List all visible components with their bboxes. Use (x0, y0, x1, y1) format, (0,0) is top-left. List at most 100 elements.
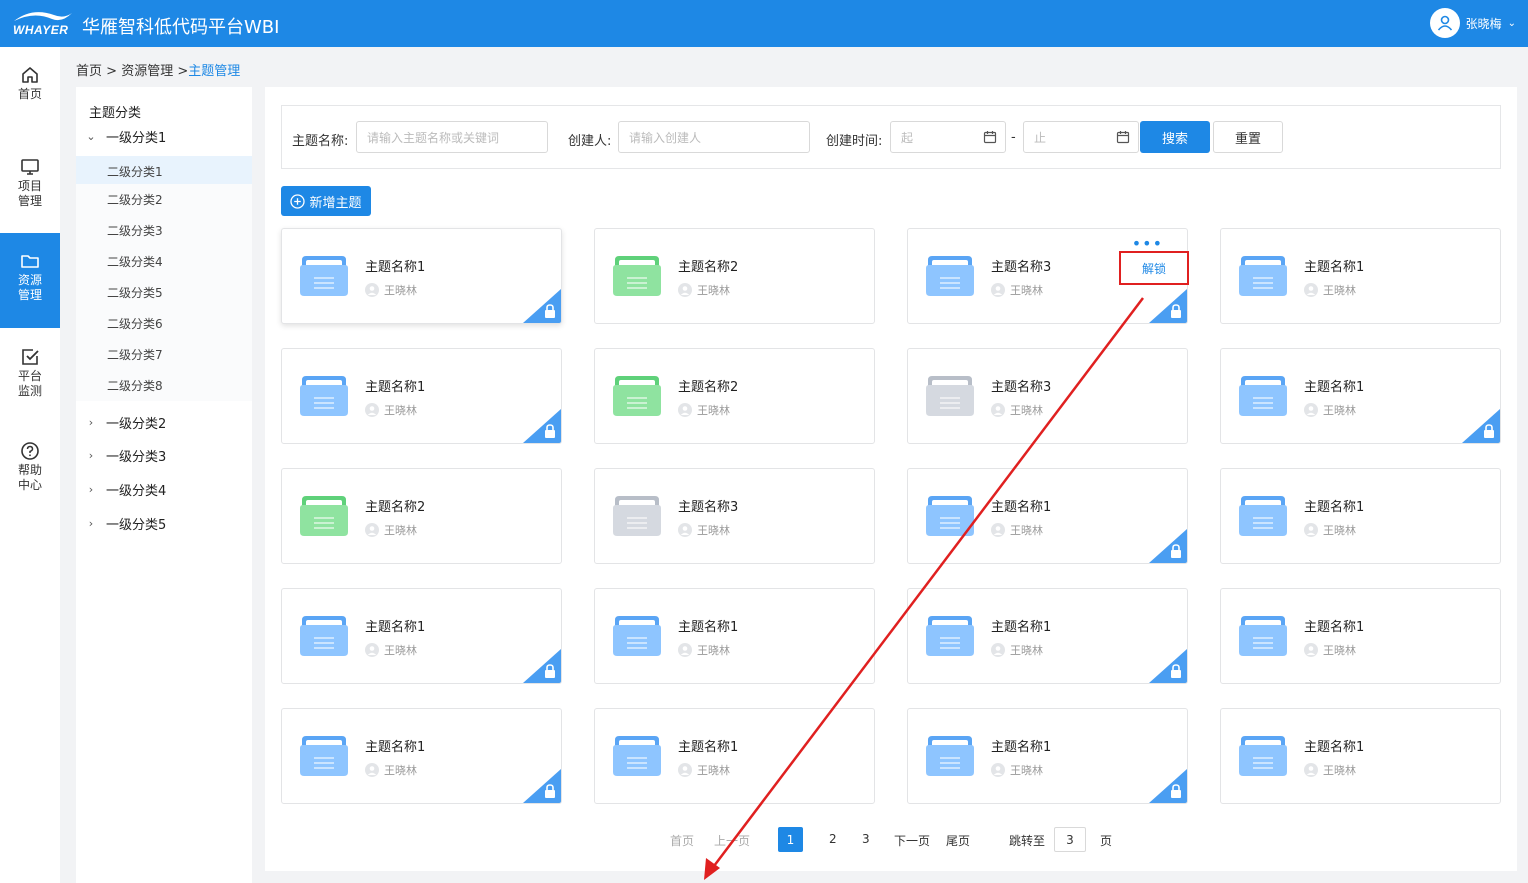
theme-card[interactable]: 主题名称1 王晓林 (281, 348, 562, 444)
theme-creator: 王晓林 (991, 642, 1043, 658)
theme-folder-icon (1239, 496, 1287, 536)
pagination-page[interactable]: 2 (829, 832, 837, 846)
plus-circle-icon (290, 193, 306, 209)
theme-card[interactable]: 主题名称1 王晓林 (1220, 708, 1501, 804)
unlock-menu-item[interactable]: 解锁 (1119, 251, 1189, 285)
theme-card[interactable]: 主题名称1 王晓林 (281, 228, 562, 324)
subcategory-item[interactable]: 二级分类1 (76, 156, 252, 187)
pagination-jump-input[interactable]: 3 (1054, 827, 1086, 852)
theme-card[interactable]: 主题名称1 王晓林 (907, 468, 1188, 564)
theme-card[interactable]: 主题名称3 王晓林 (594, 468, 875, 564)
theme-card[interactable]: 主题名称1 王晓林 (594, 708, 875, 804)
theme-card[interactable]: 主题名称1 王晓林 (1220, 588, 1501, 684)
theme-name: 主题名称1 (991, 500, 1052, 515)
category-group-5[interactable]: › 一级分类5 (76, 511, 252, 535)
theme-folder-icon (1239, 256, 1287, 296)
theme-card[interactable]: 主题名称3 王晓林 (907, 348, 1188, 444)
theme-creator: 王晓林 (1304, 282, 1356, 298)
lock-icon[interactable] (1149, 529, 1187, 563)
pagination-next[interactable]: 下一页 (894, 832, 930, 849)
nav-resources[interactable]: 资源 管理 (0, 233, 60, 328)
creator-label: 创建人: (568, 134, 612, 149)
pagination-page-current[interactable]: 1 (778, 827, 803, 852)
subcategory-item[interactable]: 二级分类5 (76, 277, 252, 308)
theme-card[interactable]: 主题名称1 王晓林 (281, 588, 562, 684)
lock-icon[interactable] (1149, 289, 1187, 323)
theme-creator: 王晓林 (678, 282, 730, 298)
theme-creator: 王晓林 (1304, 522, 1356, 538)
pagination-last[interactable]: 尾页 (946, 832, 970, 849)
reset-button[interactable]: 重置 (1213, 121, 1283, 153)
nav-projects[interactable]: 项目 管理 (0, 157, 60, 217)
user-icon (1304, 763, 1318, 777)
user-icon (1304, 403, 1318, 417)
theme-creator: 王晓林 (991, 522, 1043, 538)
user-menu[interactable]: 张晓梅 ⌄ (1429, 7, 1516, 39)
nav-monitoring[interactable]: 平台 监测 (0, 347, 60, 407)
theme-creator: 王晓林 (1304, 642, 1356, 658)
whayer-logo: WHAYER (12, 9, 74, 37)
more-menu-icon[interactable]: ••• (1132, 236, 1163, 252)
start-date-input[interactable]: 起 (890, 121, 1006, 153)
theme-card[interactable]: 主题名称1 王晓林 (1220, 468, 1501, 564)
theme-card[interactable]: 主题名称1 王晓林 (1220, 348, 1501, 444)
theme-creator: 王晓林 (678, 522, 730, 538)
subcategory-item[interactable]: 二级分类2 (76, 184, 252, 215)
nav-home[interactable]: 首页 (0, 65, 60, 115)
left-nav: 首页 项目 管理 资源 管理 平台 监测 帮助 中心 (0, 47, 60, 883)
lock-icon[interactable] (1462, 409, 1500, 443)
lock-icon[interactable] (523, 649, 561, 683)
user-icon (365, 643, 379, 657)
search-button[interactable]: 搜索 (1140, 121, 1210, 153)
category-group-1[interactable]: ⌄ 一级分类1 (76, 124, 252, 148)
theme-card[interactable]: 主题名称1 王晓林 (594, 588, 875, 684)
theme-card[interactable]: 主题名称1 王晓林 (907, 708, 1188, 804)
subcategory-item[interactable]: 二级分类8 (76, 370, 252, 401)
theme-card[interactable]: 主题名称2 王晓林 (281, 468, 562, 564)
subcategory-item[interactable]: 二级分类7 (76, 339, 252, 370)
category-group-4[interactable]: › 一级分类4 (76, 477, 252, 501)
theme-folder-icon (613, 496, 661, 536)
lock-icon[interactable] (1149, 649, 1187, 683)
theme-card[interactable]: 主题名称1 王晓林 (1220, 228, 1501, 324)
creator-input[interactable]: 请输入创建人 (618, 121, 810, 153)
theme-card[interactable]: 主题名称1 王晓林 (281, 708, 562, 804)
add-theme-button[interactable]: 新增主题 (281, 186, 371, 216)
breadcrumb-separator: > (177, 64, 189, 79)
theme-card[interactable]: 主题名称2 王晓林 (594, 228, 875, 324)
theme-name: 主题名称3 (991, 260, 1052, 275)
lock-icon[interactable] (1149, 769, 1187, 803)
subcategory-item[interactable]: 二级分类4 (76, 246, 252, 277)
created-time-label: 创建时间: (826, 134, 883, 149)
theme-creator: 王晓林 (365, 402, 417, 418)
user-icon (991, 403, 1005, 417)
pagination-prev[interactable]: 上一页 (714, 832, 750, 849)
theme-name-input[interactable]: 请输入主题名称或关键词 (356, 121, 548, 153)
theme-creator: 王晓林 (991, 402, 1043, 418)
user-icon (991, 643, 1005, 657)
pagination-page[interactable]: 3 (862, 832, 870, 846)
nav-help[interactable]: 帮助 中心 (0, 441, 60, 501)
lock-icon[interactable] (523, 769, 561, 803)
user-icon (1304, 523, 1318, 537)
pagination-first[interactable]: 首页 (670, 832, 694, 849)
category-group-3[interactable]: › 一级分类3 (76, 443, 252, 467)
breadcrumb-home[interactable]: 首页 (76, 64, 102, 79)
theme-folder-icon (613, 616, 661, 656)
theme-card[interactable]: 主题名称1 王晓林 (907, 588, 1188, 684)
subcategory-item[interactable]: 二级分类3 (76, 215, 252, 246)
user-icon (365, 763, 379, 777)
theme-card[interactable]: 主题名称2 王晓林 (594, 348, 875, 444)
subcategory-item[interactable]: 二级分类6 (76, 308, 252, 339)
theme-name: 主题名称1 (1304, 500, 1365, 515)
breadcrumb-resources[interactable]: 资源管理 (121, 64, 173, 79)
chevron-down-icon: ⌄ (86, 129, 96, 143)
end-date-input[interactable]: 止 (1023, 121, 1139, 153)
category-group-2[interactable]: › 一级分类2 (76, 410, 252, 434)
help-icon (21, 442, 39, 460)
lock-icon[interactable] (523, 289, 561, 323)
folder-icon (21, 255, 39, 268)
user-icon (991, 523, 1005, 537)
lock-icon[interactable] (523, 409, 561, 443)
app-title: 华雁智科低代码平台WBI (82, 17, 280, 38)
